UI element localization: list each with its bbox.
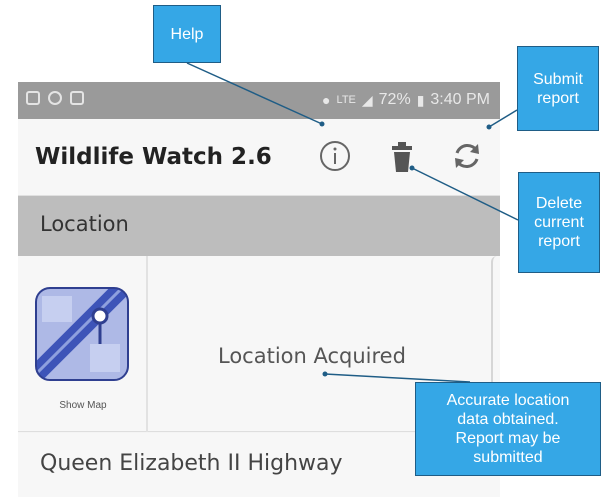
show-map-button[interactable]: Show Map (18, 256, 148, 432)
map-icon (35, 287, 129, 381)
section-title: Location (40, 212, 129, 236)
battery-level: 72% (378, 91, 411, 108)
clock: 3:40 PM (430, 91, 490, 108)
signal-icon: ◢ (361, 91, 373, 108)
app-bar: Wildlife Watch 2.6 (18, 119, 500, 196)
status-right: ● LTE ◢ 72% ▮ 3:40 PM (322, 91, 490, 109)
road-name: Queen Elizabeth II Highway (40, 451, 343, 476)
submit-report-callout: Submit report (517, 46, 599, 131)
network-type: LTE (336, 94, 356, 106)
location-section-header: Location (18, 196, 500, 256)
delete-report-callout: Delete current report (518, 172, 600, 273)
image-icon (70, 91, 84, 105)
location-pin-icon: ● (322, 92, 331, 108)
trash-icon[interactable] (387, 140, 417, 174)
location-accuracy-callout: Accurate location data obtained. Report … (415, 382, 601, 476)
location-status: Location Acquired (218, 344, 406, 368)
app-title: Wildlife Watch 2.6 (35, 144, 272, 170)
help-callout: Help (153, 5, 221, 63)
info-icon[interactable] (318, 139, 352, 173)
sync-icon[interactable] (450, 139, 484, 173)
battery-icon: ▮ (416, 91, 425, 108)
show-map-label: Show Map (59, 400, 107, 411)
notification-icon (26, 91, 40, 105)
notification-icons (26, 91, 84, 105)
wifi-icon (48, 91, 62, 105)
status-bar: ● LTE ◢ 72% ▮ 3:40 PM (18, 82, 500, 119)
